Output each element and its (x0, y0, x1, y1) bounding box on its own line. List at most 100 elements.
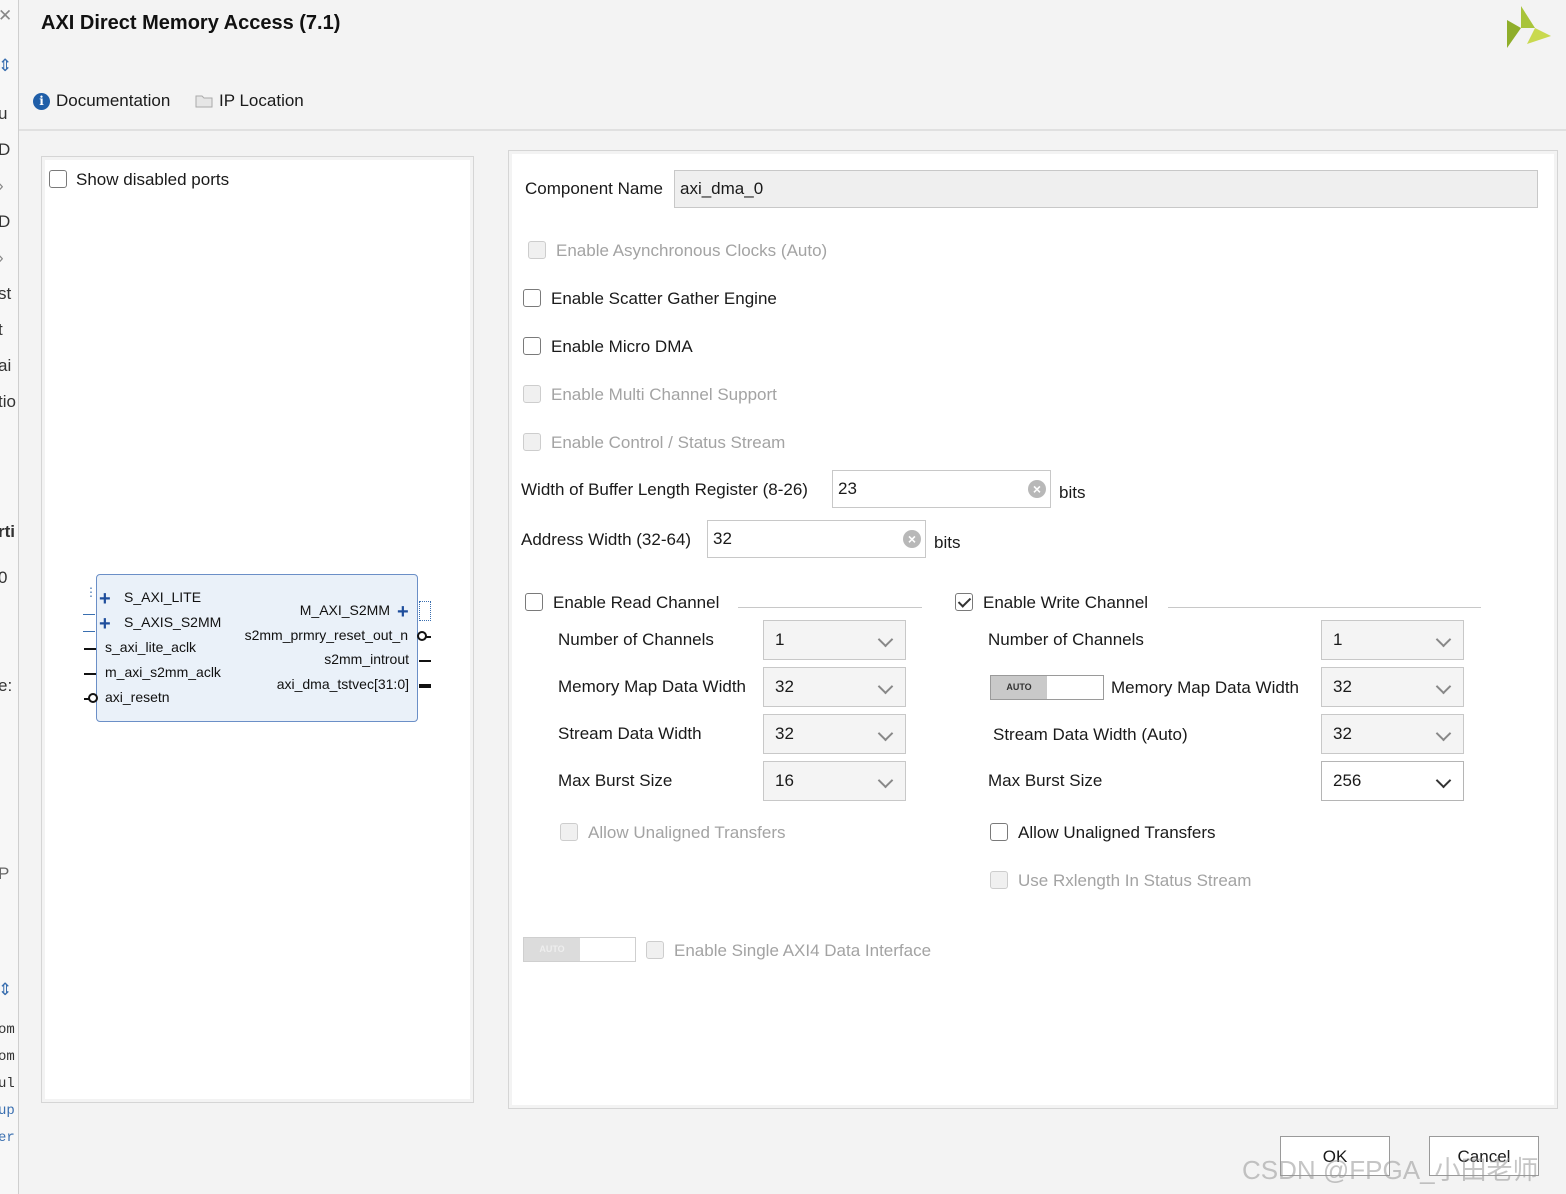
bus-handle-icon (83, 614, 95, 632)
info-icon: i (33, 92, 50, 110)
micro-dma-checkbox[interactable] (523, 337, 541, 355)
chevron-down-icon (877, 772, 894, 789)
strip-code-0: om (0, 1022, 15, 1038)
clear-icon[interactable]: × (1028, 480, 1046, 498)
port-m-axi-s2mm-aclk: m_axi_s2mm_aclk (105, 664, 221, 680)
background-window-strip: ✕ ⇕ u D › D › st t ai tio rti 0 e: P ⇕ o… (0, 0, 19, 1194)
pin-bubble (88, 693, 98, 703)
write-num-channels-select: 1 (1321, 620, 1464, 660)
buffer-length-input[interactable]: 23 × (832, 470, 1051, 508)
bus-pin-line (419, 684, 431, 688)
async-clocks-checkbox (528, 241, 546, 259)
strip-code-3: up (0, 1103, 15, 1119)
dialog-title: AXI Direct Memory Access (7.1) (41, 12, 341, 34)
write-mm-width-select: 32 (1321, 667, 1464, 707)
write-burst-label: Max Burst Size (988, 771, 1103, 790)
multi-channel-label: Enable Multi Channel Support (551, 385, 777, 404)
expand-plus-icon[interactable]: + (397, 602, 409, 622)
chevron-right-icon: › (0, 248, 4, 268)
enable-write-channel-checkbox[interactable] (955, 593, 973, 611)
multi-channel-checkbox (523, 385, 541, 403)
scatter-gather-label: Enable Scatter Gather Engine (551, 289, 777, 308)
chevron-down-icon (877, 678, 894, 695)
strip-text-7: rti (0, 522, 15, 541)
write-unaligned-checkbox[interactable] (990, 823, 1008, 841)
port-axi-resetn: axi_resetn (105, 689, 170, 705)
read-unaligned-checkbox (560, 823, 578, 841)
expand-plus-icon[interactable]: + (99, 589, 111, 609)
documentation-link[interactable]: i Documentation (33, 91, 170, 111)
ip-location-link[interactable]: IP Location (195, 91, 304, 111)
chevron-down-icon (1435, 772, 1452, 789)
port-s2mm-introut: s2mm_introut (324, 651, 409, 667)
read-burst-value: 16 (775, 771, 794, 790)
address-width-value: 32 (713, 529, 732, 548)
show-disabled-ports-checkbox[interactable] (49, 170, 67, 188)
strip-text-8: 0 (0, 568, 7, 588)
port-s-axi-lite-aclk: s_axi_lite_aclk (105, 639, 197, 655)
port-s2mm-prmry-reset-out-n: s2mm_prmry_reset_out_n (244, 627, 408, 643)
micro-dma-label: Enable Micro DMA (551, 337, 693, 356)
read-num-channels-select: 1 (763, 620, 906, 660)
rxlength-checkbox (990, 871, 1008, 889)
documentation-label: Documentation (56, 91, 171, 110)
read-mm-width-value: 32 (775, 677, 794, 696)
single-axi4-label: Enable Single AXI4 Data Interface (674, 941, 932, 960)
write-num-channels-label: Number of Channels (988, 630, 1144, 649)
pin-line (419, 660, 431, 662)
strip-text-2: D (0, 212, 10, 232)
control-status-label: Enable Control / Status Stream (551, 433, 786, 452)
control-status-checkbox (523, 433, 541, 451)
address-width-input[interactable]: 32 × (707, 520, 926, 558)
read-num-channels-value: 1 (775, 630, 785, 649)
strip-text-6: tio (0, 392, 16, 411)
strip-text-4: t (0, 320, 3, 340)
chevron-down-icon (877, 725, 894, 742)
group-separator (1168, 607, 1481, 608)
auto-knob: AUTO (991, 676, 1047, 699)
buffer-length-value: 23 (838, 479, 857, 498)
port-axi-dma-tstvec: axi_dma_tstvec[31:0] (276, 676, 409, 692)
read-burst-label: Max Burst Size (558, 771, 673, 790)
port-s-axi-lite: S_AXI_LITE (124, 589, 202, 605)
chevron-right-icon: › (0, 176, 4, 196)
folder-icon (195, 95, 213, 108)
pin-line (84, 648, 96, 650)
bus-handle-icon: ⋮ (85, 585, 97, 599)
sort-icon: ⇕ (0, 56, 12, 76)
write-stream-width-label: Stream Data Width (Auto) (993, 725, 1188, 744)
single-axi4-auto-toggle: AUTO (523, 937, 636, 962)
write-mm-width-auto-toggle[interactable]: AUTO (990, 675, 1104, 700)
strip-text-0: u (0, 104, 7, 124)
strip-text-9: e: (0, 676, 13, 695)
show-disabled-ports-label: Show disabled ports (76, 170, 230, 189)
expand-plus-icon[interactable]: + (99, 614, 111, 634)
read-unaligned-label: Allow Unaligned Transfers (588, 823, 786, 842)
write-num-channels-value: 1 (1333, 630, 1343, 649)
write-mm-width-value: 32 (1333, 677, 1352, 696)
component-name-field[interactable]: axi_dma_0 (674, 170, 1538, 208)
buffer-length-label: Width of Buffer Length Register (8-26) (521, 480, 808, 499)
strip-text-1: D (0, 140, 10, 160)
bus-handle-icon (419, 601, 431, 621)
auto-knob: AUTO (524, 938, 580, 961)
clear-icon[interactable]: × (903, 530, 921, 548)
write-stream-width-select: 32 (1321, 714, 1464, 754)
rxlength-label: Use Rxlength In Status Stream (1018, 871, 1252, 890)
read-channel-title: Enable Read Channel (553, 593, 720, 612)
chevron-down-icon (1435, 631, 1452, 648)
strip-text-5: ai (0, 356, 12, 375)
strip-code-4: er (0, 1130, 15, 1146)
xilinx-logo-icon (1507, 6, 1551, 48)
write-unaligned-label: Allow Unaligned Transfers (1018, 823, 1216, 842)
enable-read-channel-checkbox[interactable] (525, 593, 543, 611)
write-burst-select[interactable]: 256 (1321, 761, 1464, 801)
write-burst-value: 256 (1333, 771, 1362, 790)
chevron-down-icon (1435, 725, 1452, 742)
read-stream-width-label: Stream Data Width (558, 724, 702, 743)
strip-text-3: st (0, 284, 12, 303)
write-channel-title: Enable Write Channel (983, 593, 1149, 612)
async-clocks-label: Enable Asynchronous Clocks (Auto) (556, 241, 828, 260)
read-mm-width-select: 32 (763, 667, 906, 707)
scatter-gather-checkbox[interactable] (523, 289, 541, 307)
